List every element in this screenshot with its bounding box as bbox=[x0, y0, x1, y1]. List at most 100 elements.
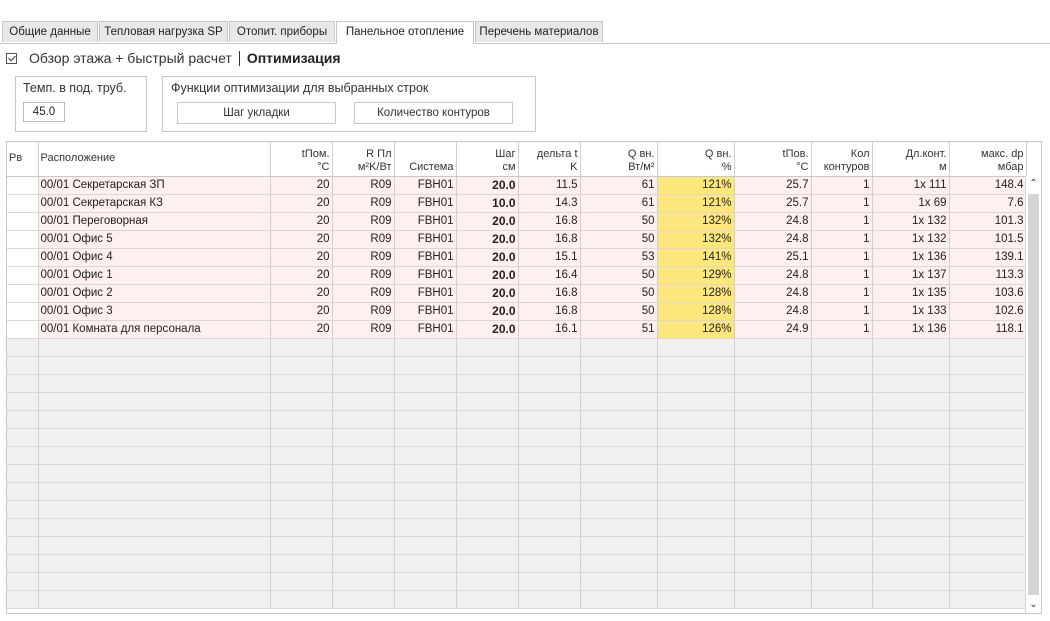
table-cell[interactable]: R09 bbox=[332, 320, 395, 339]
table-cell[interactable] bbox=[7, 194, 39, 213]
table-row[interactable]: 00/01 Комната для персонала 20 R09 FBH01 20.… bbox=[7, 320, 1027, 339]
table-cell[interactable]: FBH01 bbox=[394, 320, 457, 339]
table-cell[interactable] bbox=[7, 266, 39, 285]
column-header-2[interactable]: tПом. °C bbox=[270, 142, 333, 177]
table-cell[interactable]: 1x 132 bbox=[872, 230, 950, 249]
table-cell[interactable]: 24.8 bbox=[734, 302, 812, 321]
table-row[interactable]: 00/01 Офис 3 20 R09 FBH01 20.0 16.8 50 128% 24.8… bbox=[7, 302, 1027, 321]
table-cell[interactable]: 25.7 bbox=[734, 176, 812, 195]
table-row[interactable]: 00/01 Офис 2 20 R09 FBH01 20.0 16.8 50 128% 24.8… bbox=[7, 284, 1027, 303]
table-cell[interactable]: 118.1 bbox=[949, 320, 1027, 339]
table-cell[interactable]: 11.5 bbox=[518, 176, 581, 195]
table-cell[interactable]: 50 bbox=[580, 266, 658, 285]
table-cell[interactable]: 24.8 bbox=[734, 284, 812, 303]
table-cell[interactable]: 1x 133 bbox=[872, 302, 950, 321]
circuits-button[interactable]: Количество контуров bbox=[354, 102, 513, 124]
table-cell[interactable]: 7.6 bbox=[949, 194, 1027, 213]
table-cell[interactable]: FBH01 bbox=[394, 230, 457, 249]
table-cell[interactable]: 129% bbox=[657, 266, 735, 285]
table-row[interactable]: 00/01 Секретарская ЗП 20 R09 FBH01 20.0 11.5 6… bbox=[7, 176, 1027, 195]
table-cell[interactable]: R09 bbox=[332, 176, 395, 195]
table-cell[interactable]: FBH01 bbox=[394, 212, 457, 231]
table-cell[interactable]: 00/01 Офис 4 bbox=[38, 248, 271, 267]
tab-4[interactable]: Панельное отопление bbox=[336, 21, 474, 44]
table-cell[interactable]: 20.0 bbox=[456, 266, 519, 285]
table-cell[interactable]: 1x 135 bbox=[872, 284, 950, 303]
table-cell[interactable]: 25.1 bbox=[734, 248, 812, 267]
tab-1[interactable]: Общие данные bbox=[2, 21, 98, 42]
column-header-0[interactable]: Рв bbox=[7, 142, 39, 177]
table-cell[interactable]: 24.9 bbox=[734, 320, 812, 339]
table-cell[interactable]: R09 bbox=[332, 230, 395, 249]
column-header-9[interactable]: tПов. °C bbox=[734, 142, 812, 177]
table-cell[interactable]: 50 bbox=[580, 302, 658, 321]
table-cell[interactable]: 148.4 bbox=[949, 176, 1027, 195]
table-cell[interactable]: 20 bbox=[270, 194, 333, 213]
table-row[interactable]: 00/01 Секретарская КЗ 20 R09 FBH01 10.0 14.3 6… bbox=[7, 194, 1027, 213]
table-cell[interactable]: 16.1 bbox=[518, 320, 581, 339]
table-cell[interactable]: 20.0 bbox=[456, 176, 519, 195]
table-cell[interactable]: R09 bbox=[332, 284, 395, 303]
checkbox-checked-icon[interactable] bbox=[6, 52, 17, 64]
table-cell[interactable]: 1 bbox=[811, 248, 873, 267]
column-header-6[interactable]: дельта tK bbox=[518, 142, 581, 177]
table-cell[interactable]: 20 bbox=[270, 176, 333, 195]
table-cell[interactable]: 1 bbox=[811, 176, 873, 195]
table-cell[interactable]: FBH01 bbox=[394, 176, 457, 195]
table-cell[interactable] bbox=[7, 302, 39, 321]
table-cell[interactable]: R09 bbox=[332, 248, 395, 267]
table-cell[interactable] bbox=[7, 320, 39, 339]
table-cell[interactable]: 00/01 Секретарская ЗП bbox=[38, 176, 271, 195]
table-cell[interactable]: 1x 136 bbox=[872, 320, 950, 339]
table-cell[interactable]: 00/01 Переговорная bbox=[38, 212, 271, 231]
table-cell[interactable] bbox=[7, 230, 39, 249]
table-cell[interactable]: 20 bbox=[270, 230, 333, 249]
table-cell[interactable]: 00/01 Офис 5 bbox=[38, 230, 271, 249]
table-cell[interactable]: 50 bbox=[580, 230, 658, 249]
table-cell[interactable]: 103.6 bbox=[949, 284, 1027, 303]
column-header-12[interactable]: макс. dp мбар bbox=[949, 142, 1027, 177]
table-cell[interactable]: 24.8 bbox=[734, 212, 812, 231]
tab-2[interactable]: Тепловая нагрузка SP bbox=[99, 21, 228, 42]
column-header-4[interactable]: Система bbox=[394, 142, 457, 177]
table-cell[interactable]: 132% bbox=[657, 230, 735, 249]
table-cell[interactable]: 1x 137 bbox=[872, 266, 950, 285]
table-cell[interactable]: 1x 111 bbox=[872, 176, 950, 195]
table-cell[interactable]: 20 bbox=[270, 248, 333, 267]
table-cell[interactable]: 1x 136 bbox=[872, 248, 950, 267]
table-cell[interactable]: R09 bbox=[332, 212, 395, 231]
table-cell[interactable] bbox=[7, 284, 39, 303]
table-cell[interactable]: FBH01 bbox=[394, 302, 457, 321]
table-cell[interactable]: 00/01 Комната для персонала bbox=[38, 320, 271, 339]
table-cell[interactable]: 113.3 bbox=[949, 266, 1027, 285]
column-header-5[interactable]: Шаг см bbox=[456, 142, 519, 177]
table-cell[interactable]: 139.1 bbox=[949, 248, 1027, 267]
table-row[interactable]: 00/01 Офис 1 20 R09 FBH01 20.0 16.4 50 129% 24.8… bbox=[7, 266, 1027, 285]
vertical-scrollbar[interactable]: ⌃ ⌄ bbox=[1025, 176, 1041, 613]
table-cell[interactable]: 1x 132 bbox=[872, 212, 950, 231]
chevron-up-icon[interactable]: ⌃ bbox=[1026, 176, 1041, 192]
supply-temp-input[interactable]: 45.0 bbox=[23, 102, 65, 122]
table-cell[interactable]: 1 bbox=[811, 320, 873, 339]
column-header-1[interactable]: Расположение bbox=[38, 142, 271, 177]
column-header-11[interactable]: Дл.конт. м bbox=[872, 142, 950, 177]
table-cell[interactable]: FBH01 bbox=[394, 266, 457, 285]
table-cell[interactable]: FBH01 bbox=[394, 248, 457, 267]
table-cell[interactable]: 1 bbox=[811, 230, 873, 249]
table-cell[interactable]: 121% bbox=[657, 194, 735, 213]
table-cell[interactable]: 20 bbox=[270, 212, 333, 231]
table-cell[interactable]: FBH01 bbox=[394, 284, 457, 303]
table-cell[interactable]: R09 bbox=[332, 194, 395, 213]
table-cell[interactable]: 20 bbox=[270, 284, 333, 303]
table-cell[interactable]: 20.0 bbox=[456, 230, 519, 249]
table-cell[interactable]: 1x 69 bbox=[872, 194, 950, 213]
table-cell[interactable]: R09 bbox=[332, 302, 395, 321]
table-cell[interactable]: 101.3 bbox=[949, 212, 1027, 231]
table-cell[interactable] bbox=[7, 248, 39, 267]
column-header-10[interactable]: Кол контуров bbox=[811, 142, 873, 177]
table-cell[interactable]: 1 bbox=[811, 266, 873, 285]
table-cell[interactable]: 141% bbox=[657, 248, 735, 267]
table-cell[interactable]: 20.0 bbox=[456, 302, 519, 321]
table-cell[interactable]: 126% bbox=[657, 320, 735, 339]
table-cell[interactable]: 16.8 bbox=[518, 302, 581, 321]
